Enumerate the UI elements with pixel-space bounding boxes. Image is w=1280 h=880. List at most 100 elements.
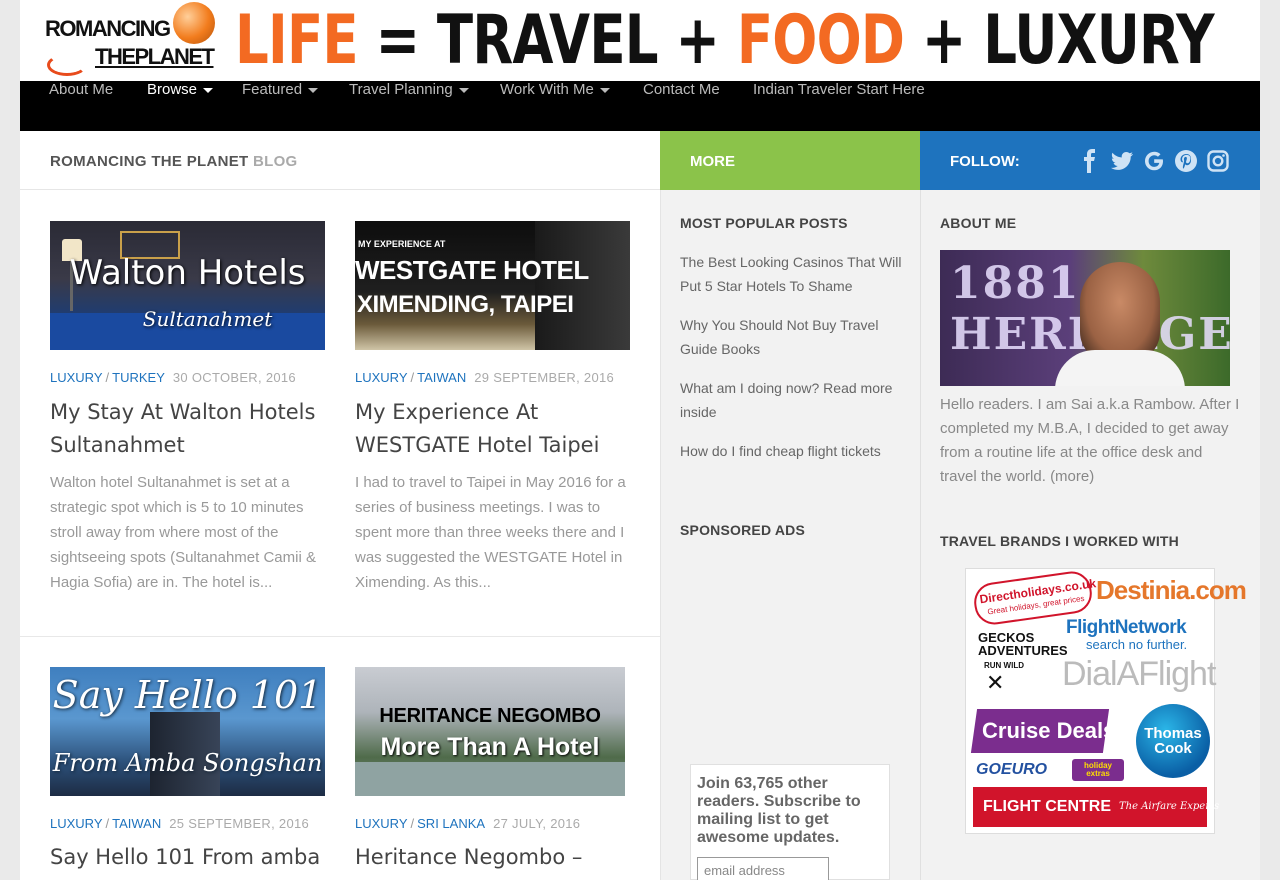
- post-card: Say Hello 101 From Amba Songshan: [50, 667, 325, 796]
- popular-post-link[interactable]: Why You Should Not Buy Travel Guide Book…: [680, 313, 905, 361]
- thumbnail-subtitle: From Amba Songshan: [52, 749, 323, 777]
- thumbnail-title: HERITANCE NEGOMBO: [379, 705, 601, 727]
- post-card: MY EXPERIENCE AT WESTGATE HOTEL XIMENDIN…: [355, 221, 630, 350]
- crossed-arrows-icon: ✕: [986, 671, 1005, 696]
- nav-item-travel-planning[interactable]: Travel Planning: [349, 81, 469, 131]
- chevron-down-icon: [458, 87, 469, 93]
- twitter-icon[interactable]: [1110, 149, 1134, 173]
- post-date: 29 SEPTEMBER, 2016: [474, 370, 615, 385]
- subscribe-widget: Join 63,765 other readers. Subscribe to …: [690, 764, 890, 880]
- thumbnail-subtitle: XIMENDING, TAIPEI: [357, 291, 574, 318]
- instagram-icon[interactable]: [1206, 149, 1230, 173]
- post-thumbnail[interactable]: MY EXPERIENCE AT WESTGATE HOTEL XIMENDIN…: [355, 221, 630, 350]
- category-link[interactable]: TURKEY: [112, 370, 165, 385]
- goeuro-logo[interactable]: GOEURO: [976, 761, 1047, 779]
- site-header: ROMANCING THEPLANET LIFE = TRAVEL + FOOD…: [20, 0, 1260, 81]
- thumbnail-subtitle: Sultanahmet: [142, 307, 273, 331]
- thomascook-logo[interactable]: Thomas Cook: [1136, 704, 1210, 778]
- post-title[interactable]: Say Hello 101 From amba: [50, 841, 330, 874]
- thumbnail-title: Say Hello 101: [52, 673, 323, 717]
- nav-item-indian-traveler[interactable]: Indian Traveler Start Here: [753, 81, 925, 131]
- author-face: [1080, 262, 1160, 362]
- tagline-equals: =: [357, 1, 437, 80]
- follow-label: FOLLOW:: [950, 153, 1020, 170]
- flightcentre-tagline: The Airfare Experts: [1119, 801, 1220, 812]
- tagline-life: LIFE: [235, 1, 359, 80]
- category-link[interactable]: SRI LANKA: [417, 816, 485, 831]
- nav-item-featured[interactable]: Featured: [242, 81, 319, 131]
- thumbnail-kicker: MY EXPERIENCE AT: [358, 239, 446, 249]
- category-link[interactable]: TAIWAN: [417, 370, 466, 385]
- separator: /: [410, 370, 415, 385]
- destinia-logo[interactable]: Destinia.com: [1096, 575, 1247, 606]
- chevron-down-icon: [308, 87, 319, 93]
- pinterest-icon[interactable]: [1174, 149, 1198, 173]
- nav-item-browse[interactable]: Browse: [147, 81, 214, 131]
- post-thumbnail[interactable]: Walton Hotels Sultanahmet: [50, 221, 325, 350]
- subscribe-text: Join 63,765 other readers. Subscribe to …: [697, 775, 861, 846]
- flightnetwork-logo[interactable]: FlightNetwork: [1066, 617, 1187, 639]
- thumbnail-title: WESTGATE HOTEL: [355, 255, 589, 285]
- nav-item-label: Indian Traveler Start Here: [753, 81, 925, 98]
- page-title: ROMANCING THE PLANET BLOG: [50, 153, 298, 170]
- popular-post-link[interactable]: What am I doing now? Read more inside: [680, 376, 905, 424]
- separator: /: [105, 370, 110, 385]
- tagline-plus: +: [657, 1, 737, 80]
- holidayextras-logo[interactable]: holiday extras: [1072, 759, 1124, 781]
- post-meta: LUXURY / SRI LANKA 27 JULY, 2016: [355, 816, 580, 831]
- geckos-logo[interactable]: GECKOS ADVENTURES: [978, 631, 1068, 657]
- author-photo[interactable]: 1881 HERITAGE: [940, 250, 1230, 386]
- category-link[interactable]: TAIWAN: [112, 816, 161, 831]
- post-excerpt: I had to travel to Taipei in May 2016 fo…: [355, 474, 626, 591]
- more-bar: MORE: [660, 131, 920, 190]
- tagline-luxury: LUXURY: [983, 1, 1214, 80]
- swirl-icon: [47, 54, 87, 76]
- google-icon[interactable]: [1142, 149, 1166, 173]
- more-label: MORE: [690, 153, 735, 170]
- about-more-link[interactable]: (more): [1050, 468, 1094, 485]
- travel-brands-title: TRAVEL BRANDS I WORKED WITH: [940, 533, 1179, 549]
- holidayextras-text: holiday extras: [1083, 761, 1112, 778]
- flightnetwork-tagline: search no further.: [1086, 637, 1188, 652]
- category-link[interactable]: LUXURY: [50, 370, 103, 385]
- site-logo[interactable]: ROMANCING THEPLANET: [45, 2, 215, 78]
- separator: /: [105, 816, 110, 831]
- popular-post-link[interactable]: How do I find cheap flight tickets: [680, 439, 905, 463]
- blog-title-bold: ROMANCING THE PLANET: [50, 153, 249, 170]
- chevron-down-icon: [203, 87, 214, 93]
- category-link[interactable]: LUXURY: [50, 816, 103, 831]
- popular-post-link[interactable]: The Best Looking Casinos That Will Put 5…: [680, 250, 905, 298]
- travel-brands-logos: Directholidays.co.uk Great holidays, gre…: [965, 568, 1247, 834]
- nav-item-about-me[interactable]: About Me: [49, 81, 113, 131]
- facebook-icon[interactable]: [1078, 149, 1102, 173]
- post-thumbnail[interactable]: Say Hello 101 From Amba Songshan: [50, 667, 325, 796]
- post-title[interactable]: My Experience At WESTGATE Hotel Taipei: [355, 396, 635, 462]
- tagline-travel: TRAVEL: [436, 1, 659, 80]
- thomascook-text: Thomas Cook: [1144, 725, 1202, 757]
- logo-text-line2: THEPLANET: [95, 44, 215, 69]
- nav-item-work-with-me[interactable]: Work With Me: [500, 81, 610, 131]
- flightcentre-logo[interactable]: FLIGHT CENTRE The Airfare Experts: [973, 787, 1219, 827]
- geckos-tagline: RUN WILD: [984, 661, 1024, 670]
- main-nav: About Me Browse Featured Travel Planning…: [20, 81, 1260, 131]
- post-thumbnail[interactable]: HERITANCE NEGOMBO More Than A Hotel: [355, 667, 625, 796]
- post-title[interactable]: Heritance Negombo –: [355, 841, 635, 874]
- cruisedeals-logo[interactable]: Cruise Deals: [970, 709, 1115, 753]
- email-field[interactable]: [697, 857, 829, 880]
- post-date: 25 SEPTEMBER, 2016: [169, 816, 310, 831]
- dialaflight-logo[interactable]: DialAFlight: [1062, 655, 1216, 694]
- category-link[interactable]: LUXURY: [355, 816, 408, 831]
- tagline-plus: +: [904, 1, 984, 80]
- nav-item-label: Contact Me: [643, 81, 720, 98]
- about-me-title: ABOUT ME: [940, 215, 1017, 231]
- blog-title-light: BLOG: [252, 153, 298, 170]
- about-text: Hello readers. I am Sai a.k.a Rambow. Af…: [940, 393, 1240, 489]
- nav-item-contact-me[interactable]: Contact Me: [643, 81, 720, 131]
- follow-bar: FOLLOW:: [920, 131, 1260, 190]
- author-shirt: [1055, 350, 1185, 386]
- post-title[interactable]: My Stay At Walton Hotels Sultanahmet: [50, 396, 330, 462]
- post-card: Walton Hotels Sultanahmet: [50, 221, 325, 350]
- category-link[interactable]: LUXURY: [355, 370, 408, 385]
- blog-title-bar: ROMANCING THE PLANET BLOG: [20, 131, 660, 190]
- cruisedeals-text: Cruise Deals: [982, 718, 1116, 743]
